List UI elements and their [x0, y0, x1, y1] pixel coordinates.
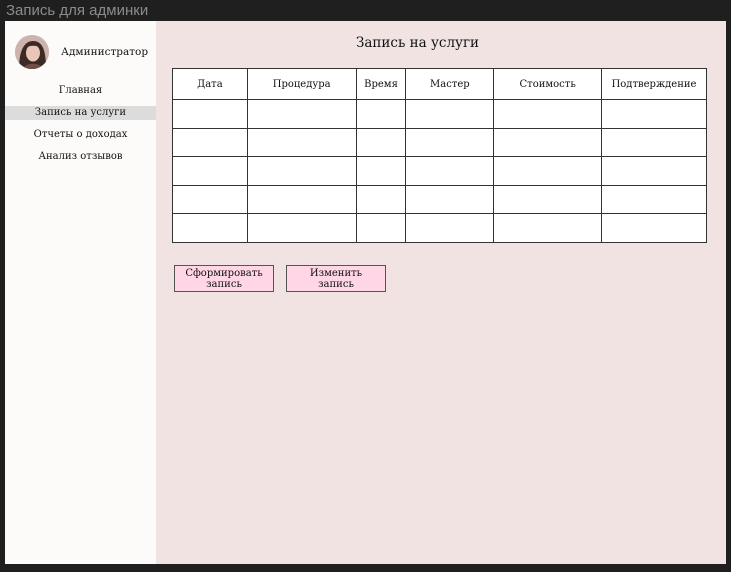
column-header-procedure: Процедура — [246, 68, 357, 100]
appointments-table: Дата Процедура Время Мастер Стоимость По… — [172, 68, 707, 243]
sidebar-nav: Главная Запись на услуги Отчеты о дохода… — [5, 84, 156, 172]
edit-button-label-line1: Изменить — [309, 268, 363, 279]
sidebar-item-home[interactable]: Главная — [5, 84, 156, 98]
table-cell[interactable] — [246, 213, 357, 243]
table-cell[interactable] — [493, 99, 603, 129]
table-cell[interactable] — [405, 213, 495, 243]
column-header-confirmation: Подтверждение — [601, 68, 707, 100]
table-cell[interactable] — [405, 184, 495, 214]
create-button-label-line1: Сформировать — [185, 268, 263, 279]
user-profile: Администратор — [15, 35, 148, 69]
sidebar-item-review-analysis[interactable]: Анализ отзывов — [5, 150, 156, 164]
table-cell[interactable] — [601, 184, 707, 214]
appointments-table-container: Дата Процедура Время Мастер Стоимость По… — [172, 68, 707, 243]
table-cell[interactable] — [355, 184, 407, 214]
column-header-master: Мастер — [405, 68, 495, 100]
table-row[interactable] — [172, 127, 707, 157]
table-cell[interactable] — [405, 156, 495, 186]
table-cell[interactable] — [601, 99, 707, 129]
table-cell[interactable] — [246, 156, 357, 186]
table-cell[interactable] — [493, 156, 603, 186]
table-cell[interactable] — [405, 127, 495, 157]
table-cell[interactable] — [246, 99, 357, 129]
table-cell[interactable] — [355, 213, 407, 243]
table-row[interactable] — [172, 99, 707, 129]
table-cell[interactable] — [601, 156, 707, 186]
edit-button-label-line2: запись — [318, 279, 354, 290]
user-name: Администратор — [61, 46, 149, 58]
table-cell[interactable] — [493, 213, 603, 243]
sidebar-item-income-reports[interactable]: Отчеты о доходах — [5, 128, 156, 142]
table-row[interactable] — [172, 213, 707, 243]
column-header-time: Время — [355, 68, 407, 100]
table-cell[interactable] — [246, 184, 357, 214]
app-window: Запись для админки Администратор Главная… — [0, 0, 731, 572]
table-row[interactable] — [172, 156, 707, 186]
sidebar-item-appointments[interactable]: Запись на услуги — [5, 106, 156, 120]
create-button-label-line2: запись — [206, 279, 242, 290]
table-cell[interactable] — [172, 99, 248, 129]
table-cell[interactable] — [493, 127, 603, 157]
table-row[interactable] — [172, 184, 707, 214]
edit-appointment-button[interactable]: Изменить запись — [286, 265, 386, 292]
table-cell[interactable] — [172, 184, 248, 214]
table-cell[interactable] — [493, 184, 603, 214]
page-title: Запись на услуги — [355, 35, 480, 51]
window-title: Запись для админки — [0, 0, 731, 21]
table-cell[interactable] — [405, 99, 495, 129]
sidebar: Администратор Главная Запись на услуги О… — [5, 21, 156, 564]
avatar — [15, 35, 49, 69]
table-cell[interactable] — [172, 213, 248, 243]
table-cell[interactable] — [355, 156, 407, 186]
table-cell[interactable] — [172, 156, 248, 186]
table-cell[interactable] — [355, 127, 407, 157]
main-content: Запись на услуги Дата Процедура Время Ма… — [156, 21, 726, 564]
table-cell[interactable] — [246, 127, 357, 157]
table-cell[interactable] — [601, 213, 707, 243]
table-header-row: Дата Процедура Время Мастер Стоимость По… — [172, 68, 707, 100]
column-header-date: Дата — [172, 68, 248, 100]
create-appointment-button[interactable]: Сформировать запись — [174, 265, 274, 292]
table-cell[interactable] — [172, 127, 248, 157]
table-cell[interactable] — [601, 127, 707, 157]
column-header-cost: Стоимость — [493, 68, 603, 100]
table-cell[interactable] — [355, 99, 407, 129]
